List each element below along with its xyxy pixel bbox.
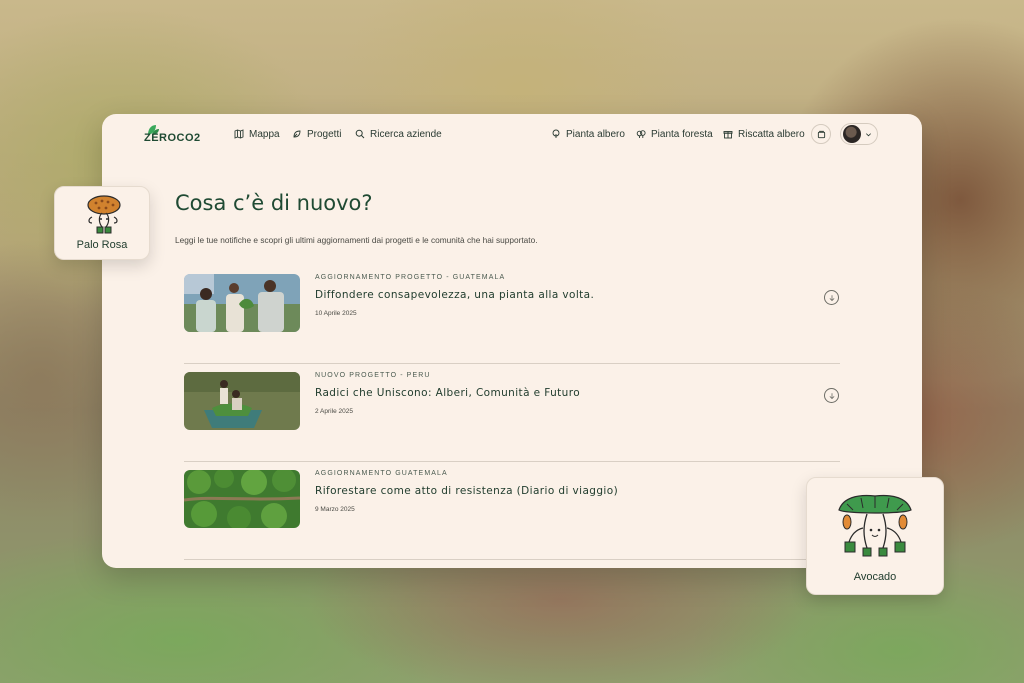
page-title: Cosa c’è di nuovo? xyxy=(175,191,373,215)
nav-projects[interactable]: Progetti xyxy=(291,127,341,141)
profile-menu[interactable] xyxy=(840,123,878,145)
nav-plant-forest-label: Pianta foresta xyxy=(651,128,713,140)
nav-redeem-tree[interactable]: Riscatta albero xyxy=(722,127,805,141)
feed-tag: AGGIORNAMENTO PROGETTO - GUATEMALA xyxy=(315,274,506,281)
palo-rosa-illustration xyxy=(87,195,121,234)
feed-tag: AGGIORNAMENTO GUATEMALA xyxy=(315,470,448,477)
nav-search-companies[interactable]: Ricerca aziende xyxy=(354,127,442,141)
nav-map-label: Mappa xyxy=(249,128,280,140)
projects-icon xyxy=(291,128,303,140)
palo-rosa-label: Palo Rosa xyxy=(76,239,128,251)
nav-map[interactable]: Mappa xyxy=(233,127,280,141)
feed-thumbnail xyxy=(184,274,300,332)
app-window: ZEROCO2 Mappa Progetti Ricerca aziende P… xyxy=(102,114,922,568)
top-nav: ZEROCO2 Mappa Progetti Ricerca aziende P… xyxy=(102,114,922,154)
search-icon xyxy=(354,128,366,140)
feed-date: 10 Aprile 2025 xyxy=(315,310,357,317)
download-button[interactable] xyxy=(824,388,839,403)
feed-item[interactable]: NUOVO PROGETTO - PERU Radici che Uniscon… xyxy=(184,364,840,462)
nav-projects-label: Progetti xyxy=(307,128,342,140)
forest-icon xyxy=(635,128,647,140)
wallet-button[interactable] xyxy=(811,124,831,144)
wallet-icon xyxy=(817,130,825,138)
nav-plant-tree-label: Pianta albero xyxy=(566,128,625,140)
feed-item[interactable]: AGGIORNAMENTO PROGETTO - GUATEMALA Diffo… xyxy=(184,266,840,364)
nav-search-label: Ricerca aziende xyxy=(370,128,442,140)
nav-plant-tree[interactable]: Pianta albero xyxy=(550,127,625,141)
gift-icon xyxy=(722,128,734,140)
feed-thumbnail xyxy=(184,470,300,528)
arrow-down-icon xyxy=(829,294,834,301)
feed-headline[interactable]: Diffondere consapevolezza, una pianta al… xyxy=(315,289,594,301)
avocado-illustration xyxy=(838,494,912,557)
news-feed: AGGIORNAMENTO PROGETTO - GUATEMALA Diffo… xyxy=(184,266,840,560)
arrow-down-icon xyxy=(829,392,834,399)
feed-date: 9 Marzo 2025 xyxy=(315,506,355,513)
brand-logo[interactable]: ZEROCO2 xyxy=(144,124,214,144)
avocado-label: Avocado xyxy=(853,571,897,583)
page-subtitle: Leggi le tue notifiche e scopri gli ulti… xyxy=(175,235,538,245)
feed-headline[interactable]: Riforestare come atto di resistenza (Dia… xyxy=(315,485,618,497)
map-icon xyxy=(233,128,245,140)
feed-thumbnail xyxy=(184,372,300,430)
feed-item[interactable]: AGGIORNAMENTO GUATEMALA Riforestare come… xyxy=(184,462,840,560)
tree-icon xyxy=(550,128,562,140)
avatar xyxy=(843,125,861,143)
logo-text: ZEROCO2 xyxy=(144,132,201,144)
nav-redeem-tree-label: Riscatta albero xyxy=(738,128,805,140)
avocado-card[interactable]: Avocado xyxy=(806,477,944,595)
feed-tag: NUOVO PROGETTO - PERU xyxy=(315,372,431,379)
nav-plant-forest[interactable]: Pianta foresta xyxy=(635,127,713,141)
download-button[interactable] xyxy=(824,290,839,305)
palo-rosa-card[interactable]: Palo Rosa xyxy=(54,186,150,260)
chevron-down-icon xyxy=(866,132,871,136)
feed-headline[interactable]: Radici che Uniscono: Alberi, Comunità e … xyxy=(315,387,580,399)
feed-date: 2 Aprile 2025 xyxy=(315,408,353,415)
